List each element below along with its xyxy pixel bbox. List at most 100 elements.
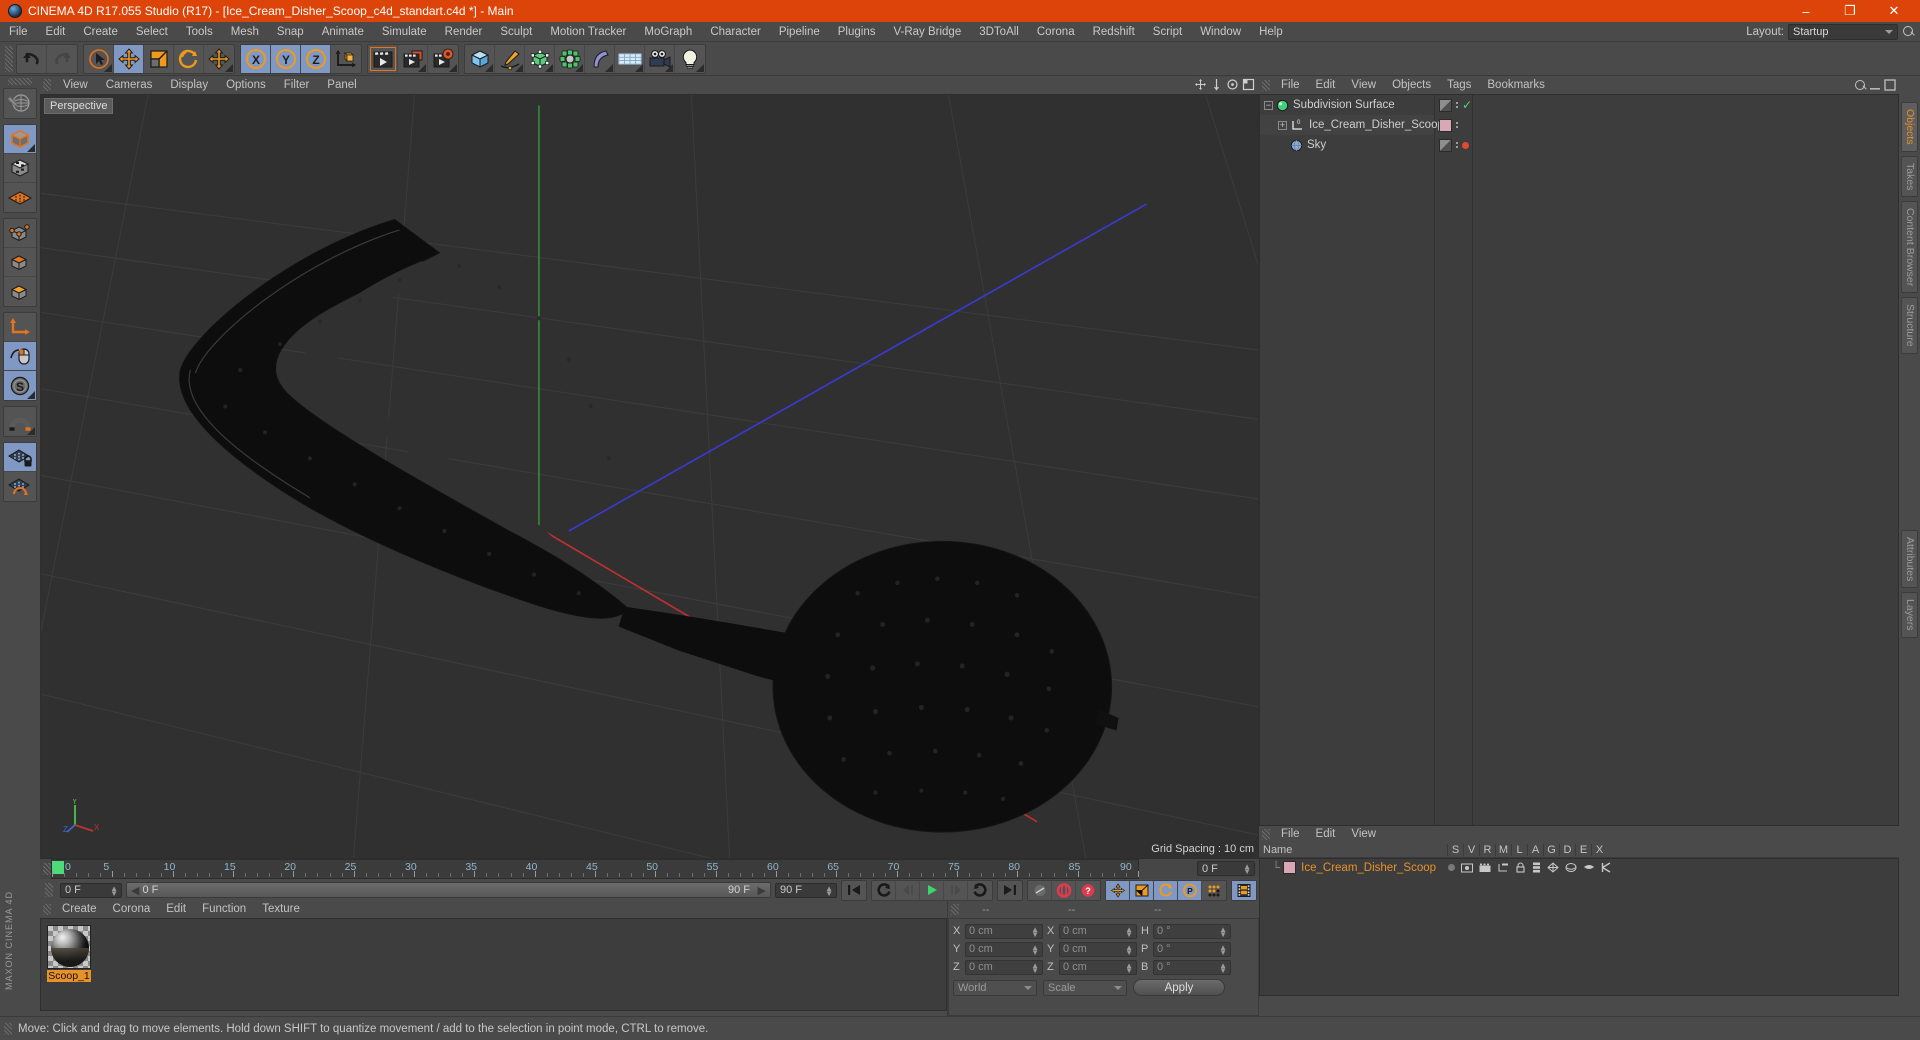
add-cube-button[interactable] xyxy=(465,45,495,73)
menu-item-mograph[interactable]: MoGraph xyxy=(635,22,701,42)
object-color-swatch[interactable] xyxy=(1439,99,1452,112)
coordinate-field-z-0[interactable]: 0 cm▲▼ xyxy=(965,960,1043,975)
menu-item-window[interactable]: Window xyxy=(1191,22,1250,42)
material-manager-body[interactable]: Scoop_1 xyxy=(40,918,947,1011)
visibility-icon[interactable] xyxy=(1461,863,1473,873)
render-to-picture-viewer-button[interactable] xyxy=(398,45,428,73)
lock-z-axis-button[interactable]: Z xyxy=(301,45,331,73)
model-mode-button[interactable] xyxy=(4,125,36,154)
object-tag-cell[interactable]: ✓ xyxy=(1435,95,1472,115)
menu-item-simulate[interactable]: Simulate xyxy=(373,22,436,42)
visibility-dots-icon[interactable] xyxy=(1456,122,1458,128)
world-object-coordinate-button[interactable] xyxy=(331,45,361,73)
point-mode-button[interactable] xyxy=(4,219,36,248)
layout-select[interactable]: Startup xyxy=(1788,24,1898,40)
render-view-button[interactable] xyxy=(368,45,398,73)
point-level-animation-button[interactable] xyxy=(1202,881,1226,900)
timeline-current-frame-field[interactable]: 0 F ▲▼ xyxy=(1197,861,1255,876)
menu-item-create[interactable]: Create xyxy=(74,22,127,42)
coordinate-field-y-0[interactable]: 0 cm▲▼ xyxy=(965,942,1043,957)
maximize-view-icon[interactable] xyxy=(1242,78,1255,91)
far-right-tab-layers[interactable]: Layers xyxy=(1901,592,1918,638)
menu-item-animate[interactable]: Animate xyxy=(313,22,373,42)
undo-button[interactable] xyxy=(17,45,47,73)
takes-manager-grip[interactable] xyxy=(1262,829,1270,840)
search-icon[interactable] xyxy=(1902,25,1916,39)
viewport-grip[interactable] xyxy=(43,79,51,91)
coordinate-system-select[interactable]: World xyxy=(953,980,1037,996)
pla-key-button[interactable]: P xyxy=(1178,881,1202,900)
go-to-end-button[interactable] xyxy=(998,881,1022,900)
timeline-grip[interactable] xyxy=(43,863,51,875)
object-menu-bookmarks[interactable]: Bookmarks xyxy=(1479,76,1553,94)
menu-item-snap[interactable]: Snap xyxy=(268,22,313,42)
move-tool-duplicate[interactable] xyxy=(204,45,234,73)
record-active-objects-button[interactable] xyxy=(1052,881,1076,900)
material-menu-function[interactable]: Function xyxy=(194,901,254,918)
object-tag-cell[interactable] xyxy=(1435,135,1469,155)
menu-item-help[interactable]: Help xyxy=(1250,22,1292,42)
lock-workplane-button[interactable] xyxy=(4,443,36,472)
viewport-menu-cameras[interactable]: Cameras xyxy=(97,76,162,94)
current-frame-marker[interactable] xyxy=(52,861,64,874)
menu-item-corona[interactable]: Corona xyxy=(1028,22,1084,42)
menu-item-v-ray-bridge[interactable]: V-Ray Bridge xyxy=(884,22,970,42)
slider-right-arrow-icon[interactable]: ▶ xyxy=(758,884,766,897)
spinner-icon[interactable]: ▲▼ xyxy=(1219,945,1227,955)
menu-item-3dtoall[interactable]: 3DToAll xyxy=(970,22,1028,42)
edge-mode-button[interactable] xyxy=(4,248,36,277)
menu-item-pipeline[interactable]: Pipeline xyxy=(770,22,829,42)
object-manager-body[interactable]: −Subdivision Surface+0Ice_Cream_Disher_S… xyxy=(1259,94,1899,826)
texture-mode-button[interactable] xyxy=(4,154,36,183)
object-row[interactable]: −Subdivision Surface xyxy=(1260,95,1434,115)
scale-key-button[interactable] xyxy=(1130,881,1154,900)
menu-item-select[interactable]: Select xyxy=(127,22,177,42)
menu-item-script[interactable]: Script xyxy=(1144,22,1191,42)
redo-button[interactable] xyxy=(47,45,77,73)
polygon-mode-button[interactable] xyxy=(4,277,36,306)
xpresso-icon[interactable] xyxy=(1601,862,1612,873)
generator-icon[interactable] xyxy=(1547,862,1559,873)
object-tag-cell[interactable] xyxy=(1435,115,1458,135)
takes-manager-body[interactable]: └ Ice_Cream_Disher_Scoop xyxy=(1259,858,1899,996)
add-light-button[interactable] xyxy=(675,45,705,73)
maximize-panel-icon[interactable] xyxy=(1884,79,1896,91)
enabled-check-icon[interactable]: ✓ xyxy=(1462,99,1472,111)
object-color-swatch[interactable] xyxy=(1439,139,1452,152)
right-tab-content-browser[interactable]: Content Browser xyxy=(1901,201,1918,293)
menu-item-edit[interactable]: Edit xyxy=(37,22,75,42)
spinner-icon[interactable]: ▲▼ xyxy=(1243,864,1251,874)
menu-item-redshift[interactable]: Redshift xyxy=(1084,22,1144,42)
maximize-button[interactable]: ❐ xyxy=(1828,0,1872,22)
snap-toggle-button[interactable]: S xyxy=(4,371,36,400)
lock-icon[interactable] xyxy=(1515,862,1526,873)
scale-tool[interactable] xyxy=(144,45,174,73)
timeline-filmstrip-button[interactable] xyxy=(1232,881,1256,900)
spinner-icon[interactable]: ▲▼ xyxy=(1031,945,1039,955)
coordinate-field-b-2[interactable]: 0 °▲▼ xyxy=(1153,960,1231,975)
coordinate-mode-select[interactable]: Scale xyxy=(1043,980,1127,996)
add-deformer-button[interactable] xyxy=(585,45,615,73)
menu-item-render[interactable]: Render xyxy=(436,22,492,42)
make-editable-button[interactable] xyxy=(4,89,36,118)
next-keyframe-button[interactable] xyxy=(968,881,992,900)
autokeying-button[interactable] xyxy=(1028,881,1052,900)
coordinate-field-h-2[interactable]: 0 °▲▼ xyxy=(1153,924,1231,939)
zoom-view-icon[interactable] xyxy=(1210,78,1223,91)
spinner-icon[interactable]: ▲▼ xyxy=(1031,927,1039,937)
status-bar-grip[interactable] xyxy=(4,1023,12,1035)
move-tool[interactable] xyxy=(114,45,144,73)
lock-x-axis-button[interactable]: X xyxy=(241,45,271,73)
viewport-menu-view[interactable]: View xyxy=(54,76,97,94)
add-camera-button[interactable] xyxy=(645,45,675,73)
menu-item-sculpt[interactable]: Sculpt xyxy=(491,22,541,42)
spinner-icon[interactable]: ▲▼ xyxy=(1125,963,1133,973)
search-icon[interactable] xyxy=(1854,79,1866,91)
material-manager-grip[interactable] xyxy=(43,904,51,915)
workplane-mode-button[interactable] xyxy=(4,183,36,212)
palette-grip[interactable] xyxy=(8,78,32,85)
manager-icon[interactable] xyxy=(1497,863,1509,873)
coordinate-field-z-1[interactable]: 0 cm▲▼ xyxy=(1059,960,1137,975)
object-menu-view[interactable]: View xyxy=(1343,76,1384,94)
viewport-menu-panel[interactable]: Panel xyxy=(318,76,365,94)
